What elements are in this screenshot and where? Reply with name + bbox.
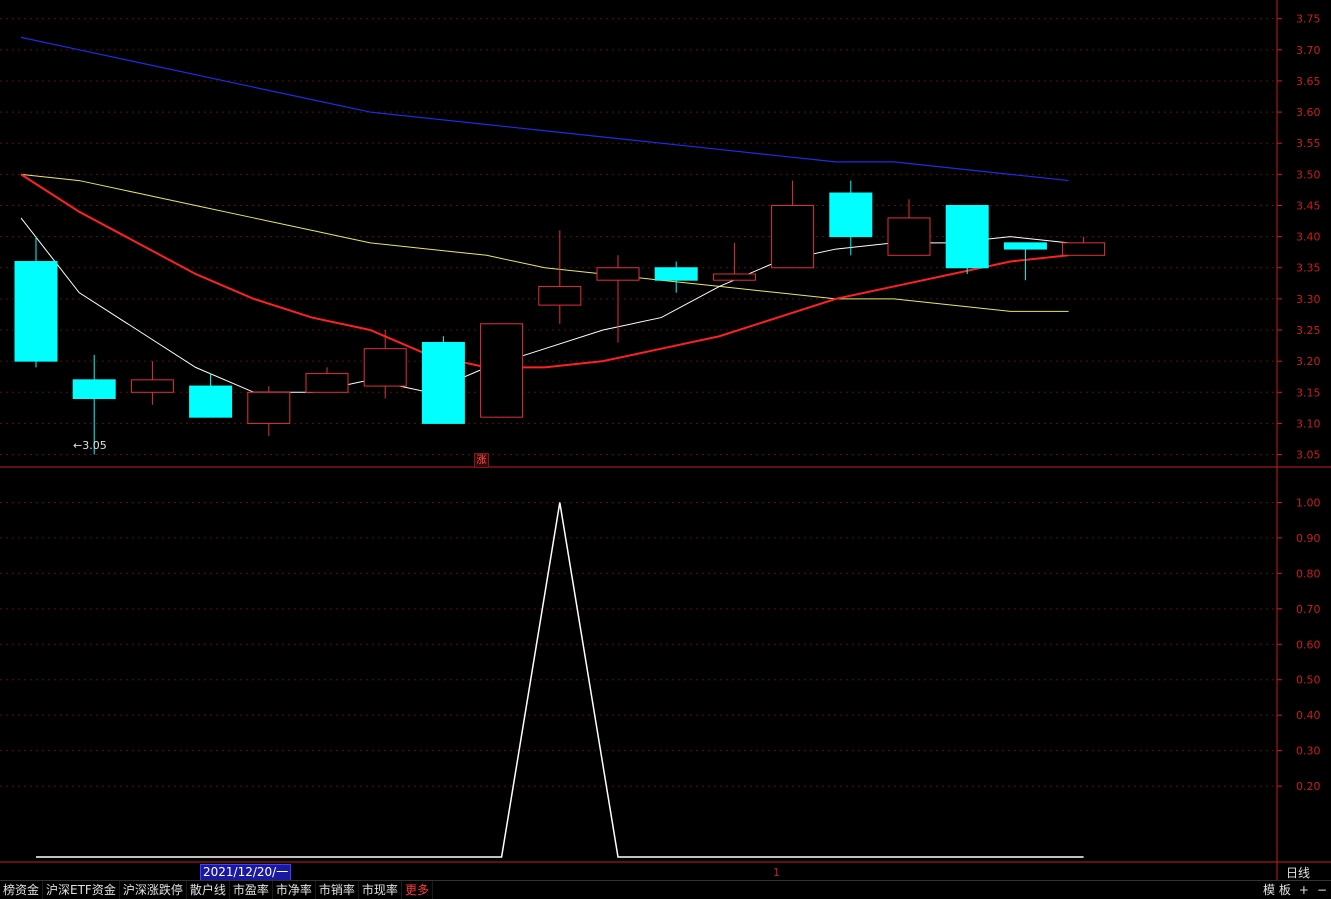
candlestick-series[interactable] [14, 180, 1106, 455]
indicator-tick-label: 0.90 [1296, 532, 1321, 545]
candle [945, 204, 989, 274]
price-tick-label: 3.20 [1296, 355, 1321, 368]
candle-body [945, 204, 989, 269]
period-label[interactable]: 日线 [1286, 864, 1310, 881]
price-tick-label: 3.75 [1296, 13, 1321, 26]
candle [538, 230, 582, 324]
indicator-tick-label: 0.80 [1296, 567, 1321, 580]
candle [596, 255, 640, 343]
price-tick-label: 3.05 [1296, 449, 1321, 462]
candle-body [130, 379, 174, 393]
tab-ps-ratio[interactable]: 市销率 [316, 881, 359, 899]
indicator-tab-bar: 榜资金 沪深ETF资金 沪深涨跌停 散户线 市盈率 市净率 市销率 市现率 更多… [0, 880, 1331, 899]
tab-etf-funds[interactable]: 沪深ETF资金 [43, 881, 120, 899]
candle [1062, 236, 1106, 256]
tab-board-funds[interactable]: 榜资金 [0, 881, 44, 899]
candle-body [712, 273, 756, 281]
candle-body [363, 348, 407, 387]
cursor-marker: 1 [773, 866, 780, 879]
candle [654, 261, 698, 293]
price-tick-label: 3.40 [1296, 231, 1321, 244]
candle-body [538, 285, 582, 306]
tab-pe-ratio[interactable]: 市盈率 [230, 881, 273, 899]
price-tick-label: 3.15 [1296, 386, 1321, 399]
candle-body [1003, 242, 1047, 250]
indicator-tick-label: 0.60 [1296, 638, 1321, 651]
indicator-tick-label: 0.20 [1296, 780, 1321, 793]
candle-body [596, 267, 640, 281]
moving-average-lines [20, 36, 1069, 393]
candle [130, 361, 174, 405]
price-tick-label: 3.45 [1296, 199, 1321, 212]
chart-frame [0, 0, 1331, 880]
price-tick-label: 3.30 [1296, 293, 1321, 306]
price-tick-label: 3.50 [1296, 168, 1321, 181]
minus-button[interactable]: − [1317, 881, 1327, 899]
candle-body [887, 217, 931, 256]
candle-body [247, 391, 291, 424]
stock-chart[interactable]: 3.75 3.70 3.65 3.60 3.55 3.50 3.45 3.40 3.35 3.30… [0, 0, 1331, 898]
candle [829, 180, 873, 256]
candle [887, 199, 931, 256]
tab-limit-up-down[interactable]: 沪深涨跌停 [120, 881, 187, 899]
tab-pb-ratio[interactable]: 市净率 [273, 881, 316, 899]
candle-body [771, 204, 815, 269]
candle-body [480, 323, 524, 418]
candle-body [1062, 242, 1106, 256]
indicator-axis: 1.00 0.90 0.80 0.70 0.60 0.50 0.40 0.30 0.20 [1277, 496, 1321, 793]
candle [305, 367, 349, 393]
low-price-label: ←3.05 [73, 439, 107, 452]
price-tick-label: 3.55 [1296, 137, 1321, 150]
candle [247, 386, 291, 436]
price-tick-label: 3.60 [1296, 106, 1321, 119]
indicator-tick-label: 0.50 [1296, 674, 1321, 687]
candle [712, 242, 756, 281]
indicator-tick-label: 1.00 [1296, 496, 1321, 509]
rise-signal-badge[interactable]: 涨 [474, 453, 489, 468]
tab-more[interactable]: 更多 [402, 881, 433, 899]
candle [363, 330, 407, 399]
candle [771, 180, 815, 269]
candle-body [72, 379, 116, 400]
candle-body [14, 261, 58, 362]
price-tick-label: 3.25 [1296, 324, 1321, 337]
ma-blue-line [20, 36, 1069, 182]
candle [421, 336, 465, 424]
candle-body [654, 267, 698, 281]
price-tick-label: 3.70 [1296, 44, 1321, 57]
tab-retail-line[interactable]: 散户线 [187, 881, 230, 899]
candle-body [305, 373, 349, 393]
indicator-tick-label: 0.70 [1296, 603, 1321, 616]
price-tick-label: 3.65 [1296, 75, 1321, 88]
candle [480, 323, 524, 418]
price-axis: 3.75 3.70 3.65 3.60 3.55 3.50 3.45 3.40 3.35 3.30… [1277, 13, 1321, 462]
tab-controls: 模 板 + − [1263, 881, 1327, 899]
template-button[interactable]: 模 板 [1263, 881, 1291, 899]
crosshair-date-box: 2021/12/20/一 [200, 864, 292, 881]
indicator-tick-label: 0.30 [1296, 745, 1321, 758]
candle-body [189, 385, 233, 418]
ma-red-line [20, 173, 1069, 369]
candle-body [421, 341, 465, 424]
price-tick-label: 3.10 [1296, 417, 1321, 430]
plus-button[interactable]: + [1299, 881, 1309, 899]
candle-body [829, 192, 873, 238]
indicator-tick-label: 0.40 [1296, 709, 1321, 722]
price-tick-label: 3.35 [1296, 262, 1321, 275]
tab-pcf-ratio[interactable]: 市现率 [359, 881, 402, 899]
